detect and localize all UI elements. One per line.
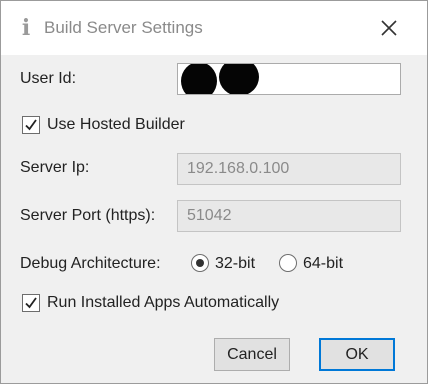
check-icon [25, 119, 37, 131]
ok-button[interactable]: OK [319, 338, 395, 371]
run-apps-label: Run Installed Apps Automatically [47, 294, 280, 311]
cancel-button[interactable]: Cancel [214, 338, 290, 371]
radio-32-bit-label: 32-bit [215, 255, 256, 272]
use-hosted-builder-label: Use Hosted Builder [47, 116, 185, 133]
server-ip-field[interactable]: 192.168.0.100 [177, 153, 401, 185]
check-icon [25, 297, 37, 309]
server-port-label: Server Port (https): [20, 207, 156, 224]
server-port-field[interactable]: 51042 [177, 200, 401, 232]
close-button[interactable] [373, 13, 405, 43]
run-apps-checkbox[interactable] [22, 294, 40, 312]
title-bar: i Build Server Settings [1, 1, 427, 55]
radio-64-bit[interactable] [279, 254, 297, 272]
server-ip-label: Server Ip: [20, 159, 90, 176]
user-id-field[interactable] [177, 63, 401, 95]
use-hosted-builder-checkbox[interactable] [22, 116, 40, 134]
info-icon: i [21, 15, 31, 41]
redaction-mark [181, 64, 217, 94]
radio-32-bit[interactable] [191, 254, 209, 272]
debug-architecture-label: Debug Architecture: [20, 255, 161, 272]
redaction-mark [219, 64, 259, 94]
radio-selected-dot [196, 259, 204, 267]
radio-64-bit-label: 64-bit [303, 255, 344, 272]
close-icon [381, 20, 397, 36]
window-title: Build Server Settings [44, 18, 203, 37]
user-id-label: User Id: [20, 70, 77, 87]
build-server-settings-dialog: i Build Server Settings User Id: Use Hos… [0, 0, 428, 384]
